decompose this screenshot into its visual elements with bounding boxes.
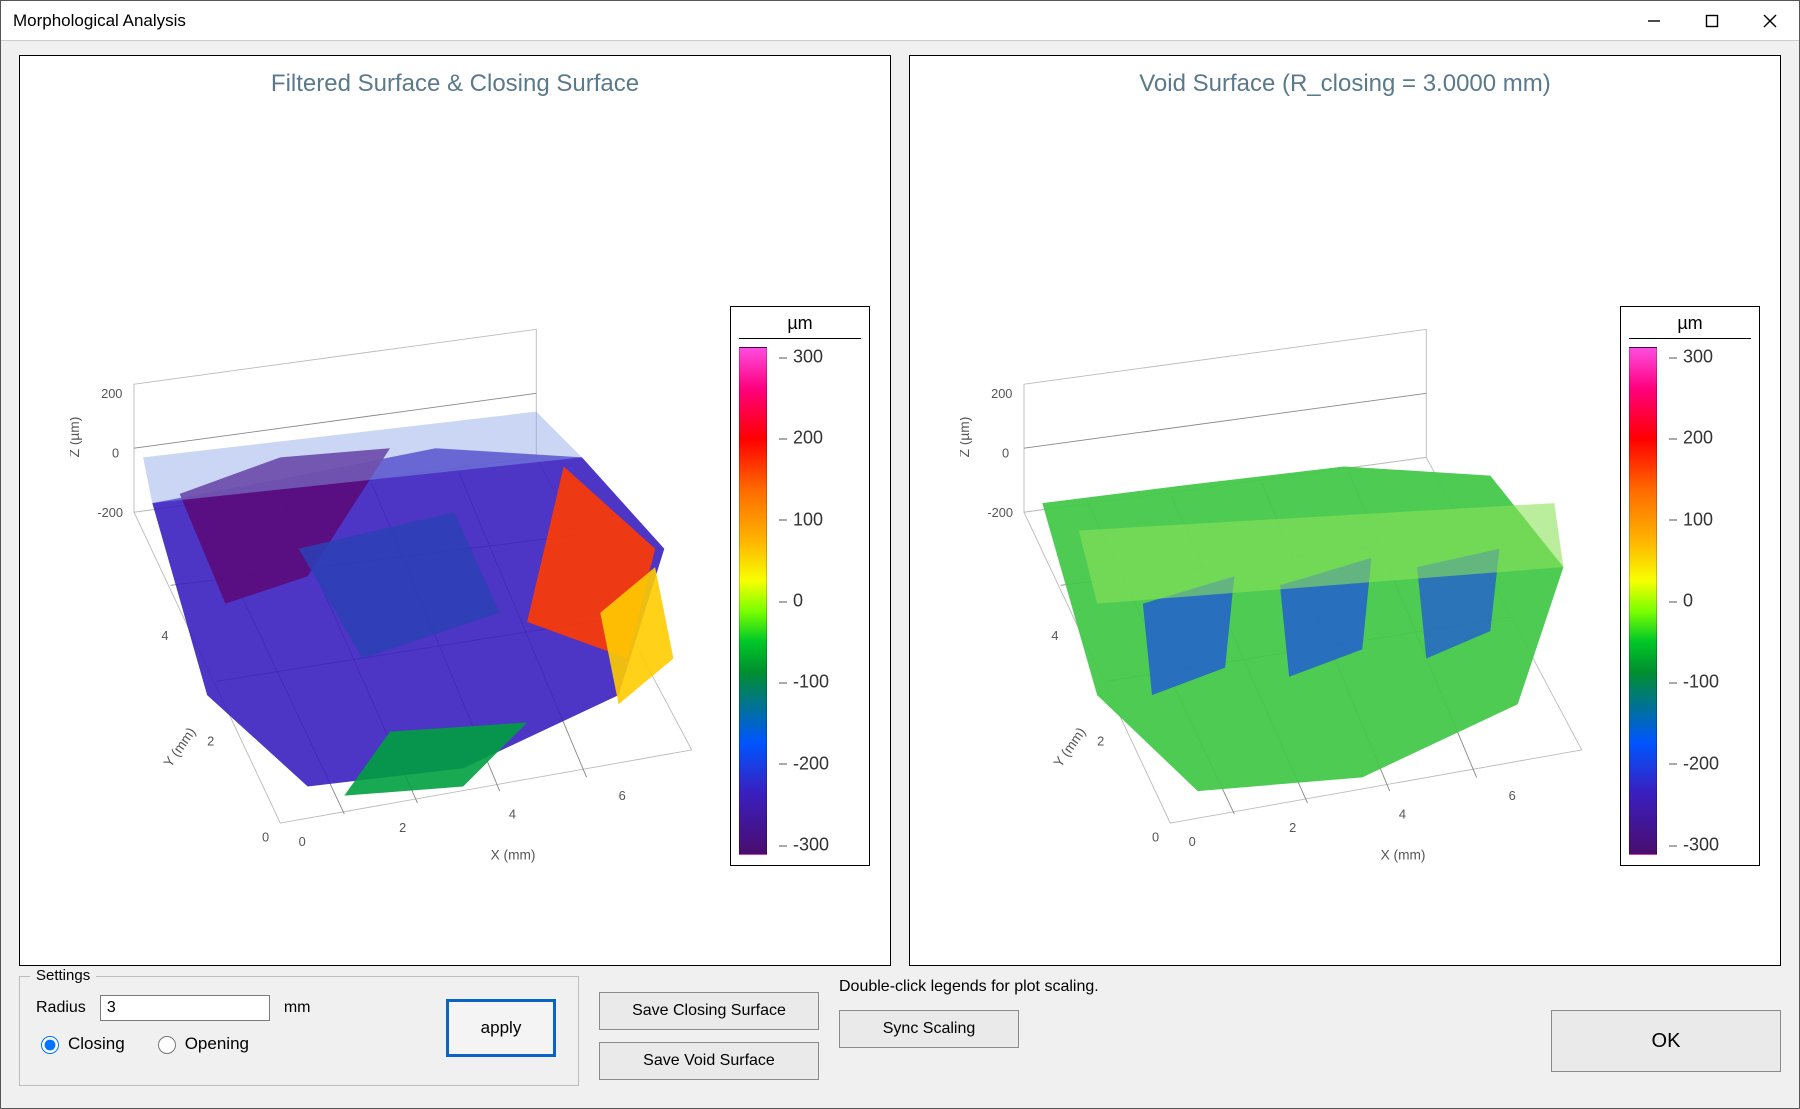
- svg-text:0: 0: [1189, 834, 1196, 849]
- close-icon: [1763, 14, 1777, 28]
- axes-3d: -200 0 200 Z (µm) 0 2 4 6 X (mm) 0 2 4: [70, 136, 710, 925]
- plot-title: Void Surface (R_closing = 3.0000 mm): [910, 70, 1780, 98]
- radius-unit: mm: [284, 999, 311, 1017]
- surface-void: [1042, 467, 1563, 792]
- close-button[interactable]: [1741, 1, 1799, 41]
- svg-text:Y (mm): Y (mm): [1051, 725, 1089, 770]
- radio-closing-input[interactable]: [41, 1036, 59, 1054]
- svg-text:0: 0: [1002, 445, 1009, 460]
- svg-text:0: 0: [262, 829, 269, 844]
- maximize-icon: [1705, 14, 1719, 28]
- colorbar-unit: µm: [1629, 313, 1751, 339]
- svg-text:Z (µm): Z (µm): [960, 417, 972, 458]
- svg-text:2: 2: [399, 820, 406, 835]
- svg-text:4: 4: [161, 628, 168, 643]
- svg-text:X (mm): X (mm): [491, 848, 536, 863]
- svg-text:Z (µm): Z (µm): [70, 417, 82, 458]
- apply-button[interactable]: apply: [446, 999, 556, 1057]
- svg-text:4: 4: [1399, 807, 1406, 822]
- svg-text:2: 2: [1097, 733, 1104, 748]
- radio-opening[interactable]: Opening: [153, 1033, 249, 1054]
- svg-text:0: 0: [1152, 829, 1159, 844]
- svg-text:0: 0: [299, 834, 306, 849]
- client-area: Filtered Surface & Closing Surface: [1, 41, 1799, 1108]
- svg-text:200: 200: [101, 386, 122, 401]
- minimize-button[interactable]: [1625, 1, 1683, 41]
- ok-button[interactable]: OK: [1551, 1010, 1781, 1072]
- plot-title: Filtered Surface & Closing Surface: [20, 70, 890, 98]
- colorbar[interactable]: µm 300 200 100 0 -100 -200 -300: [730, 306, 870, 866]
- save-buttons: Save Closing Surface Save Void Surface: [599, 992, 819, 1080]
- colorbar-gradient: [739, 347, 767, 855]
- plot-3d-area[interactable]: -200 0 200 Z (µm) 0 2 4 6 X (mm) 0 2 4 Y…: [960, 136, 1600, 925]
- svg-text:6: 6: [619, 788, 626, 803]
- plot-void-surface[interactable]: Void Surface (R_closing = 3.0000 mm) -20…: [909, 55, 1781, 966]
- svg-text:-200: -200: [987, 505, 1013, 520]
- window-title: Morphological Analysis: [1, 11, 186, 31]
- right-bottom: Double-click legends for plot scaling. S…: [839, 976, 1781, 1072]
- plot-filtered-closing[interactable]: Filtered Surface & Closing Surface: [19, 55, 891, 966]
- radius-label: Radius: [36, 999, 86, 1017]
- colorbar-ticks: 300 200 100 0 -100 -200 -300: [779, 347, 861, 855]
- colorbar-ticks: 300 200 100 0 -100 -200 -300: [1669, 347, 1751, 855]
- svg-text:-200: -200: [97, 505, 123, 520]
- surface-filtered: [143, 412, 673, 796]
- sync-scaling-button[interactable]: Sync Scaling: [839, 1010, 1019, 1048]
- svg-text:6: 6: [1509, 788, 1516, 803]
- colorbar[interactable]: µm 300 200 100 0 -100 -200 -300: [1620, 306, 1760, 866]
- colorbar-unit: µm: [739, 313, 861, 339]
- control-strip: Settings Radius mm Closing Opening: [19, 976, 1781, 1096]
- svg-text:4: 4: [1051, 628, 1058, 643]
- settings-group: Settings Radius mm Closing Opening: [19, 976, 579, 1086]
- plot-row: Filtered Surface & Closing Surface: [19, 55, 1781, 966]
- svg-text:Y (mm): Y (mm): [161, 725, 199, 770]
- svg-text:2: 2: [207, 733, 214, 748]
- titlebar: Morphological Analysis: [1, 1, 1799, 41]
- axes-3d: -200 0 200 Z (µm) 0 2 4 6 X (mm) 0 2 4 Y…: [960, 136, 1600, 925]
- settings-legend: Settings: [30, 967, 96, 984]
- save-void-button[interactable]: Save Void Surface: [599, 1042, 819, 1080]
- minimize-icon: [1647, 14, 1661, 28]
- radio-closing[interactable]: Closing: [36, 1033, 125, 1054]
- plot-3d-area[interactable]: -200 0 200 Z (µm) 0 2 4 6 X (mm) 0 2 4: [70, 136, 710, 925]
- colorbar-gradient: [1629, 347, 1657, 855]
- svg-text:200: 200: [991, 386, 1012, 401]
- svg-text:X (mm): X (mm): [1381, 848, 1426, 863]
- maximize-button[interactable]: [1683, 1, 1741, 41]
- svg-text:4: 4: [509, 807, 516, 822]
- radius-input[interactable]: [100, 995, 270, 1021]
- radio-opening-input[interactable]: [158, 1036, 176, 1054]
- scaling-hint: Double-click legends for plot scaling.: [839, 978, 1781, 996]
- sync-row: Sync Scaling OK: [839, 1010, 1781, 1072]
- svg-text:0: 0: [112, 445, 119, 460]
- save-closing-button[interactable]: Save Closing Surface: [599, 992, 819, 1030]
- app-window: Morphological Analysis Filtered Surface …: [0, 0, 1800, 1109]
- svg-text:2: 2: [1289, 820, 1296, 835]
